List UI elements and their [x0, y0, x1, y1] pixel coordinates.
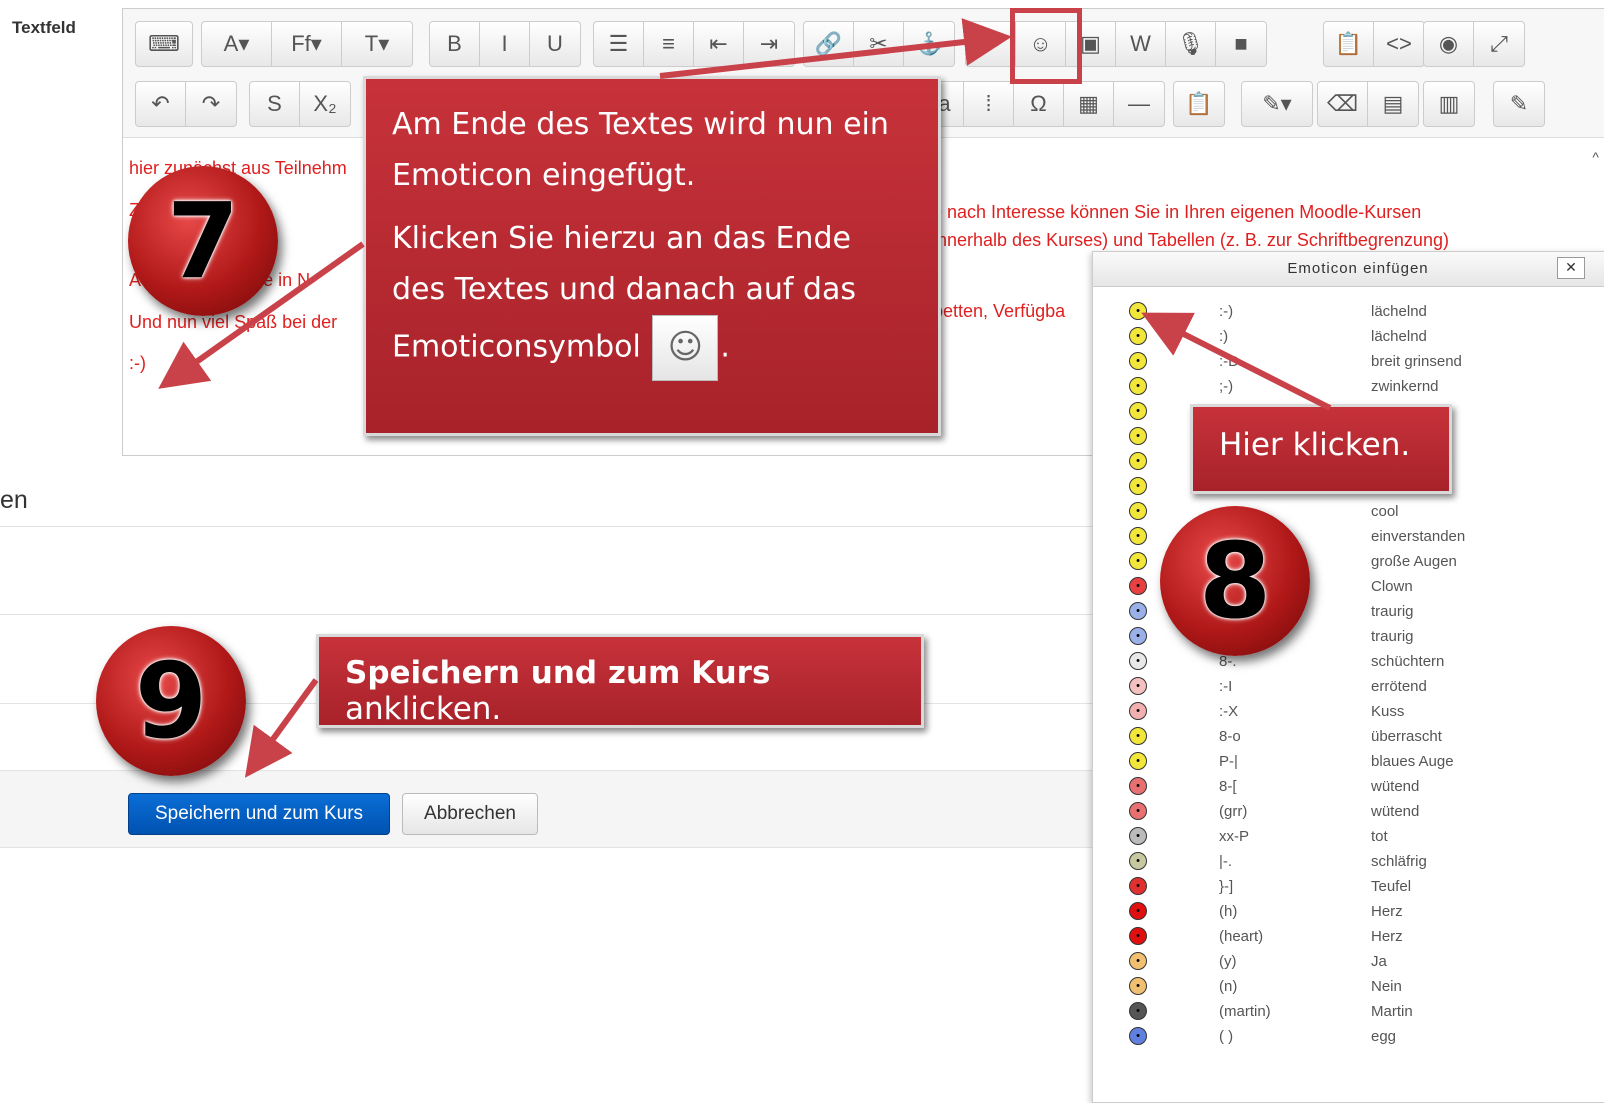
arrow-to-emoticon-button — [659, 18, 1012, 79]
step-number-7: 7 — [128, 166, 278, 316]
annotation-arrows — [158, 18, 1332, 778]
arrow-to-save-button — [244, 678, 319, 778]
step-number-9: 9 — [96, 626, 246, 776]
arrow-to-first-emoticon — [1141, 312, 1332, 411]
step-number-8: 8 — [1160, 506, 1310, 656]
